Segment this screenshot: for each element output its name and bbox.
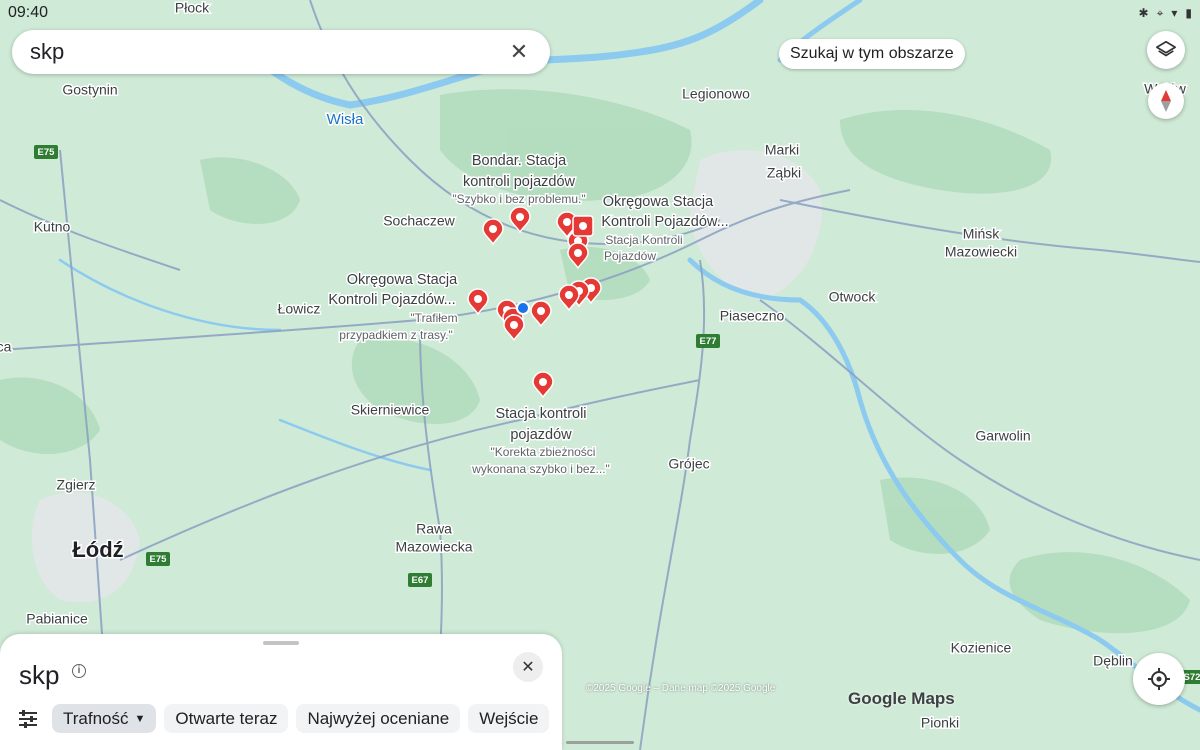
status-time: 09:40 — [8, 4, 49, 21]
close-sheet-button[interactable]: ✕ — [513, 652, 543, 682]
poi-label[interactable]: "Trafiłem — [409, 310, 459, 327]
poi-label[interactable]: kontroli pojazdów — [461, 172, 577, 191]
place-label[interactable]: Mazowiecki — [943, 242, 1018, 261]
selected-result-pin-icon[interactable] — [572, 215, 594, 237]
place-label[interactable]: Garwolin — [974, 426, 1032, 445]
filter-chips: Trafność ▼ Otwarte teraz Najwyżej ocenia… — [18, 704, 550, 733]
search-bar[interactable]: ✕ — [12, 30, 550, 74]
compass-icon — [1161, 90, 1171, 112]
layers-button[interactable] — [1147, 31, 1185, 69]
road-shield-label: E67 — [412, 575, 429, 586]
crosshair-icon — [1148, 668, 1170, 690]
poi-label[interactable]: "Korekta zbieżności — [489, 444, 597, 461]
chip-entrance[interactable]: Wejście — [468, 704, 550, 733]
place-label[interactable]: Łódź — [71, 535, 125, 563]
status-bar: 09:40 ✱ ⌖ ▾ ▮ — [0, 0, 1200, 26]
chip-relevance[interactable]: Trafność ▼ — [52, 704, 157, 733]
map-attribution: ©2025 Google – Dane map ©2025 Google — [586, 683, 776, 694]
place-label[interactable]: Piaseczno — [718, 306, 786, 325]
road-shield-label: E77 — [700, 336, 717, 347]
chip-open-now[interactable]: Otwarte teraz — [164, 704, 289, 733]
road-shield: E75 — [34, 145, 58, 159]
place-label[interactable]: Sochaczew — [382, 211, 457, 230]
poi-label[interactable]: Bondar. Stacja — [470, 151, 568, 170]
place-label[interactable]: Otwock — [827, 287, 878, 306]
road-shield-label: E75 — [38, 147, 56, 158]
google-maps-logo: Google Maps — [848, 689, 955, 708]
place-label[interactable]: Mazowiecka — [394, 537, 474, 556]
place-label[interactable]: Mińsk — [961, 224, 1002, 243]
road-shield-label: S72 — [1184, 672, 1200, 683]
nav-gesture-bar — [566, 741, 634, 744]
wifi-icon: ▾ — [1171, 6, 1178, 20]
place-label[interactable]: Dęblin — [1092, 651, 1135, 670]
poi-label[interactable]: przypadkiem z trasy." — [338, 327, 454, 344]
place-label[interactable]: Skierniewice — [349, 400, 431, 419]
user-location-dot — [518, 303, 528, 313]
place-label[interactable]: Łowicz — [276, 299, 322, 318]
place-label[interactable]: Kozienice — [949, 638, 1013, 657]
place-label[interactable]: Pabianice — [25, 609, 90, 628]
poi-label[interactable]: Stacja kontroli — [494, 404, 588, 423]
poi-label[interactable]: Okręgowa Stacja — [601, 192, 715, 211]
my-location-button[interactable] — [1133, 653, 1185, 705]
sheet-title: skp — [19, 660, 60, 690]
place-label[interactable]: Kutno — [32, 217, 72, 236]
layers-icon — [1156, 40, 1176, 57]
road-shield: E67 — [408, 573, 432, 587]
poi-label[interactable]: wykonana szybko i bez..." — [470, 461, 612, 478]
place-label[interactable]: ca — [0, 337, 13, 356]
poi-label[interactable]: Kontroli Pojazdów... — [327, 290, 457, 309]
search-this-area-button[interactable]: Szukaj w tym obszarze — [779, 39, 965, 69]
place-label[interactable]: Pionki — [919, 713, 960, 732]
poi-label[interactable]: Pojazdów — [602, 248, 657, 265]
poi-label[interactable]: pojazdów — [509, 425, 574, 444]
place-label[interactable]: Marki — [763, 140, 800, 159]
place-label[interactable]: Zgierz — [55, 475, 97, 494]
place-label[interactable]: Ząbki — [765, 163, 802, 182]
place-label[interactable]: Rawa — [415, 519, 454, 538]
road-shield: E77 — [696, 334, 720, 348]
poi-label[interactable]: Kontroli Pojazdów... — [600, 212, 730, 231]
dropdown-arrow-icon: ▼ — [134, 712, 146, 725]
place-label[interactable]: Grójec — [667, 454, 711, 473]
bluetooth-icon: ✱ — [1138, 6, 1149, 20]
place-label[interactable]: Legionowo — [681, 84, 752, 103]
place-label[interactable]: Wisła — [325, 109, 365, 129]
place-label[interactable]: Gostynin — [61, 80, 119, 99]
clear-search-icon[interactable]: ✕ — [506, 39, 532, 65]
location-icon: ⌖ — [1156, 5, 1164, 20]
poi-label[interactable]: Stacja Kontroli — [604, 232, 684, 249]
chip-top-rated[interactable]: Najwyżej oceniane — [296, 704, 461, 733]
filter-options-icon[interactable] — [18, 705, 44, 733]
poi-label[interactable]: Okręgowa Stacja — [345, 270, 459, 289]
compass-button[interactable] — [1148, 83, 1184, 119]
chip-relevance-label: Trafność — [63, 708, 129, 728]
sheet-drag-handle[interactable] — [263, 641, 299, 645]
road-shield-label: E75 — [150, 554, 168, 565]
battery-icon: ▮ — [1185, 6, 1192, 20]
search-input[interactable] — [30, 39, 506, 65]
info-icon[interactable]: i — [72, 664, 86, 678]
poi-label[interactable]: "Szybko i bez problemu." — [451, 191, 587, 208]
status-icons: ✱ ⌖ ▾ ▮ — [1139, 6, 1192, 21]
road-shield: E75 — [146, 552, 170, 566]
results-bottom-sheet[interactable]: skp i Trafność ▼ Otwarte teraz Najwyżej … — [0, 634, 562, 750]
